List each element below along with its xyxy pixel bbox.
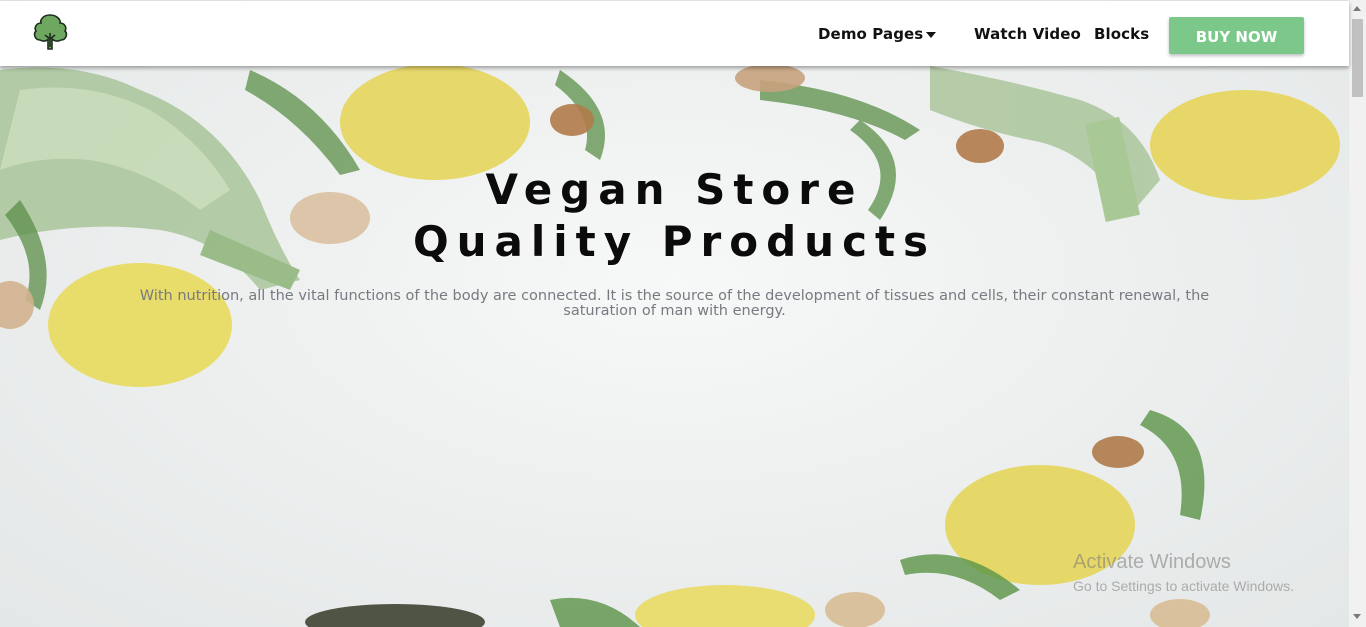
buy-now-button[interactable]: BUY NOW — [1169, 17, 1304, 54]
nav-watch-video[interactable]: Watch Video — [974, 25, 1081, 43]
watermark-subtitle: Go to Settings to activate Windows. — [1073, 578, 1294, 594]
chevron-down-icon[interactable] — [926, 32, 936, 38]
hero-subtitle: With nutrition, all the vital functions … — [139, 288, 1210, 319]
watermark-title: Activate Windows — [1073, 551, 1231, 573]
windows-activation-watermark: Activate Windows Go to Settings to activ… — [1073, 551, 1294, 594]
nav-blocks[interactable]: Blocks — [1094, 25, 1149, 43]
nav-demo-pages[interactable]: Demo Pages — [818, 25, 923, 43]
navbar: Demo Pages Watch Video Blocks BUY NOW — [0, 1, 1349, 66]
broccoli-tree-icon[interactable] — [29, 11, 71, 53]
hero-title-line2: Quality Products — [412, 217, 937, 266]
scroll-up-arrow-icon[interactable] — [1353, 6, 1361, 11]
scrollbar-thumb[interactable] — [1352, 19, 1363, 97]
scroll-down-arrow-icon[interactable] — [1353, 614, 1361, 619]
vertical-scrollbar[interactable] — [1349, 0, 1366, 627]
hero-title-line1: Vegan Store — [485, 165, 864, 214]
